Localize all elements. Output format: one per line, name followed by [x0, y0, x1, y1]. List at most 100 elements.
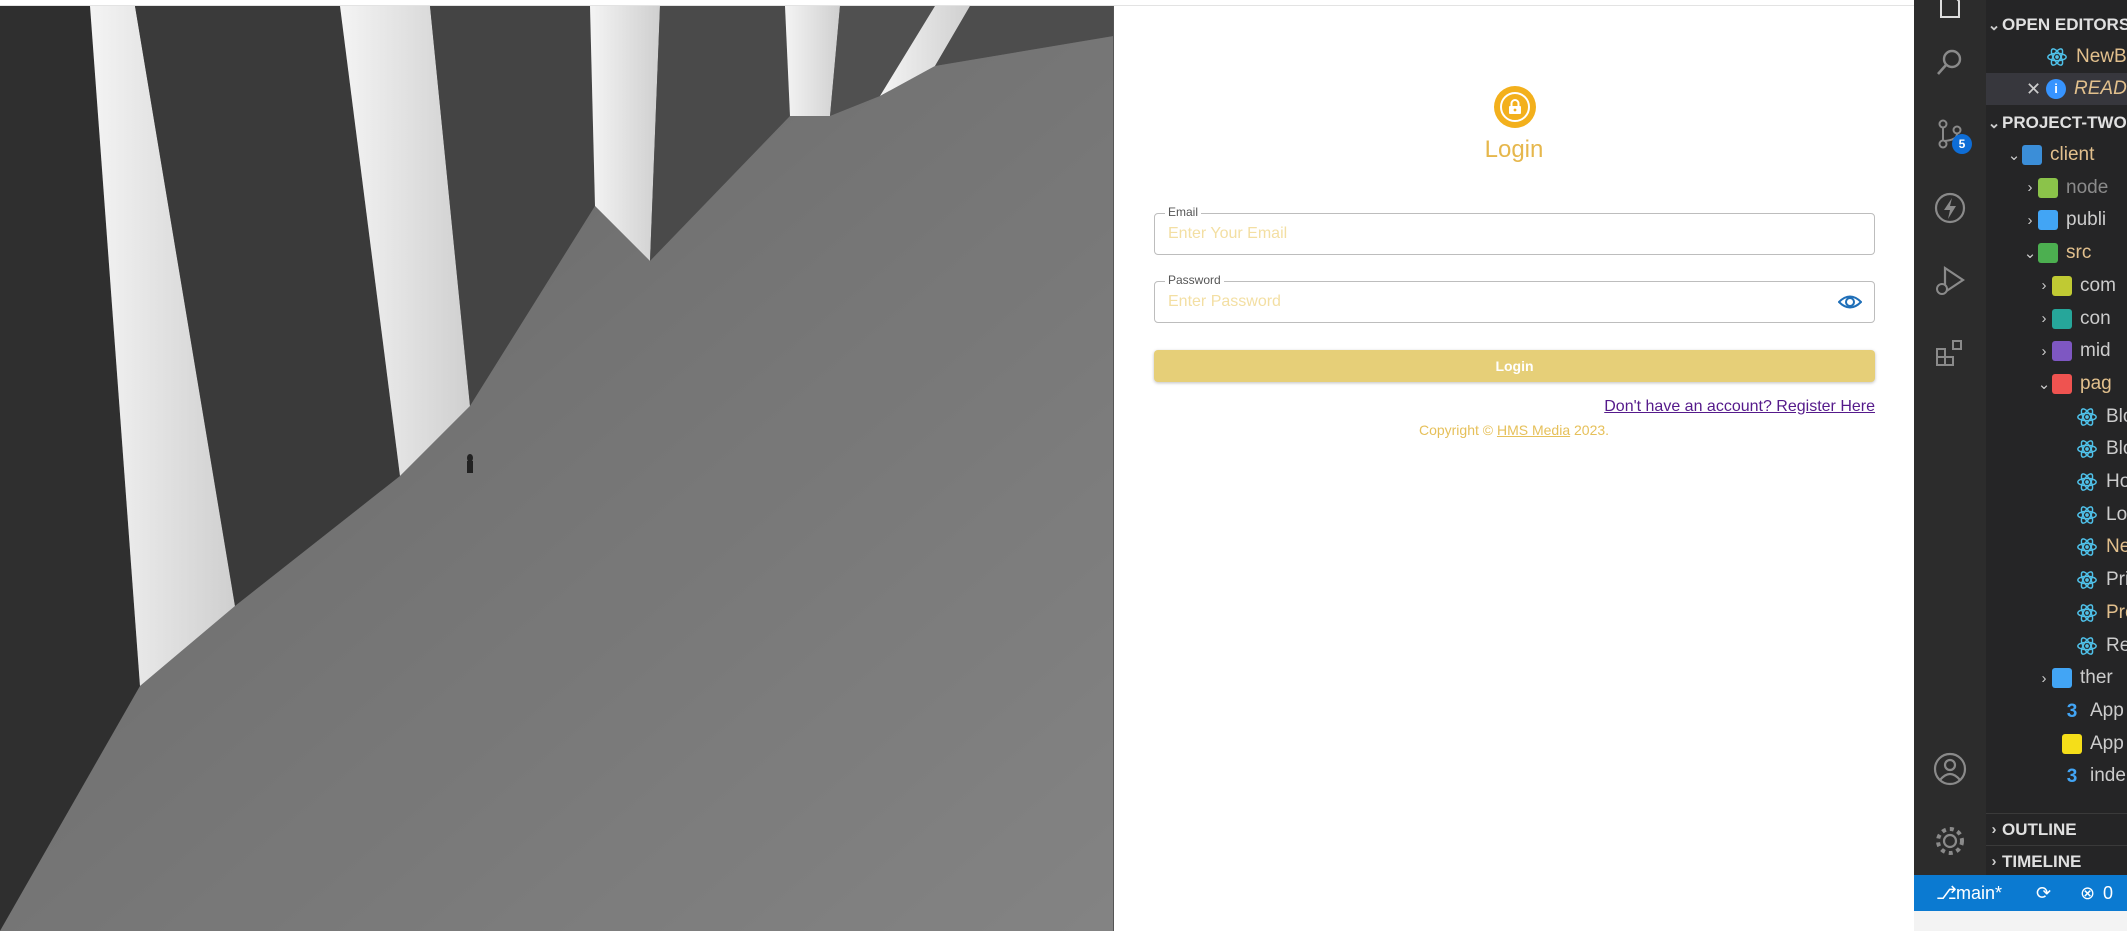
register-link[interactable]: Don't have an account? Register Here [1604, 398, 1875, 416]
copyright-year: 2023. [1570, 422, 1610, 438]
tree-item-label: pag [2080, 372, 2112, 394]
tree-item-label: publi [2066, 209, 2107, 231]
folder-theme-icon [2052, 668, 2072, 689]
chevron-right-icon: › [1991, 821, 1997, 838]
tree-item[interactable]: App [1986, 728, 2127, 760]
outline-header[interactable]: › OUTLINE [1986, 813, 2127, 845]
open-editors-header[interactable]: ⌄ OPEN EDITORS [1986, 9, 2127, 41]
folder-pages-icon [2052, 373, 2072, 394]
tree-item[interactable]: Re [1986, 630, 2127, 662]
error-count: 0 [2103, 883, 2114, 903]
react-icon [2077, 505, 2097, 524]
tree-item-label: src [2066, 242, 2092, 264]
js-file-icon [2062, 733, 2082, 754]
lock-avatar [1494, 86, 1536, 128]
run-debug-icon[interactable] [1932, 262, 1968, 298]
tree-item[interactable]: ⌄ src [1986, 237, 2127, 269]
tree-item-label: client [2050, 144, 2095, 165]
tree-item[interactable]: › mid [1986, 335, 2127, 367]
folder-src-icon [2038, 243, 2058, 264]
explorer-icon[interactable] [1932, 0, 1968, 24]
chevron-down-icon: ⌄ [2037, 375, 2051, 393]
timeline-header[interactable]: › TIMELINE [1986, 845, 2127, 875]
tree-item[interactable]: › con [1986, 303, 2127, 335]
tree-item-label: Ne [2106, 536, 2127, 558]
tree-item[interactable]: 3 App [1986, 695, 2127, 727]
thunder-icon[interactable] [1932, 190, 1968, 226]
tree-item-label: App [2090, 699, 2124, 721]
tree-item[interactable]: Pro [1986, 597, 2127, 629]
tree-item[interactable]: Blo [1986, 401, 2127, 433]
folder-public-icon [2038, 210, 2058, 231]
login-panel: Login Email Enter Your Email Password En… [1114, 6, 1914, 931]
css-file-icon: 3 [2066, 700, 2078, 722]
tree-item[interactable]: ⌄ client [1986, 139, 2127, 171]
tree-item[interactable]: Blo [1986, 433, 2127, 465]
folder-middleware-icon [2052, 341, 2072, 362]
taskbar-edge [1914, 911, 2127, 931]
tree-item[interactable]: ⌄ pag [1986, 368, 2127, 400]
tree-item[interactable]: › com [1986, 270, 2127, 302]
tree-item-label: App [2090, 732, 2124, 754]
search-icon[interactable] [1932, 44, 1968, 80]
chevron-right-icon: › [2041, 310, 2047, 327]
tree-item[interactable]: Pri [1986, 564, 2127, 596]
chevron-down-icon: ⌄ [1987, 17, 2001, 34]
chevron-right-icon: › [2041, 342, 2047, 360]
extensions-icon[interactable] [1932, 334, 1968, 370]
react-icon [2077, 571, 2097, 589]
tree-item[interactable]: › node [1986, 172, 2127, 204]
account-icon[interactable] [1932, 751, 1968, 787]
chevron-right-icon: › [1991, 853, 1997, 870]
email-field[interactable]: Email Enter Your Email [1154, 205, 1875, 255]
close-icon[interactable]: ✕ [2026, 79, 2046, 100]
sync-icon[interactable]: ⟳ [2036, 883, 2051, 904]
folder-node-icon [2038, 177, 2058, 198]
email-label: Email [1165, 205, 1202, 219]
chevron-right-icon: › [2027, 179, 2033, 197]
branch-name[interactable]: main* [1956, 883, 2002, 904]
scm-changes-badge: 5 [1952, 134, 1972, 154]
tree-item-label: Ho [2106, 471, 2127, 492]
tree-item[interactable]: Lo [1986, 499, 2127, 531]
email-placeholder: Enter Your Email [1168, 225, 1288, 242]
copyright-text: Copyright © HMS Media 2023. [1114, 422, 1914, 438]
project-header[interactable]: ⌄ PROJECT-TWO [1986, 107, 2127, 139]
info-icon: i [2046, 79, 2066, 99]
show-password-eye-icon[interactable] [1837, 291, 1863, 318]
tree-item-label: Pro [2106, 601, 2127, 623]
folder-components-icon [2052, 275, 2072, 296]
login-button[interactable]: Login [1154, 350, 1875, 382]
lock-icon [1509, 99, 1521, 114]
page-title: Login [1484, 136, 1544, 163]
react-icon [2077, 473, 2097, 491]
vscode-explorer-sidebar: ⌄ OPEN EDITORS NewB ✕ i READ ⌄ PROJECT-TWO… [1986, 0, 2127, 875]
settings-gear-icon[interactable] [1932, 823, 1968, 859]
tree-item[interactable]: 3 inde [1986, 760, 2127, 792]
password-placeholder: Enter Password [1168, 293, 1281, 310]
tree-item[interactable]: › ther [1986, 662, 2127, 694]
folder-client-icon [2022, 145, 2042, 165]
chevron-right-icon: › [2041, 669, 2047, 687]
chevron-down-icon: ⌄ [1987, 115, 2001, 132]
tree-item[interactable]: Ne [1986, 531, 2127, 563]
hero-image [0, 6, 1114, 931]
tree-item-label: node [2066, 176, 2109, 198]
tree-item-label: mid [2080, 340, 2111, 362]
tree-item-label: Lo [2106, 503, 2127, 525]
open-editor-item[interactable]: NewB [1986, 41, 2127, 73]
chevron-right-icon: › [2041, 277, 2047, 295]
source-control-icon[interactable]: 5 [1932, 116, 1972, 154]
chevron-down-icon: ⌄ [2023, 245, 2037, 263]
react-icon [2077, 538, 2097, 557]
password-field[interactable]: Password Enter Password [1154, 273, 1875, 323]
chevron-down-icon: ⌄ [2007, 147, 2021, 164]
tree-item-label: Blo [2106, 438, 2127, 460]
tree-item[interactable]: Ho [1986, 466, 2127, 498]
copyright-brand-link[interactable]: HMS Media [1497, 422, 1570, 438]
password-label: Password [1165, 273, 1224, 287]
error-icon[interactable]: ⊗ [2080, 883, 2095, 904]
copyright-prefix: Copyright © [1418, 422, 1497, 438]
tree-item[interactable]: › publi [1986, 204, 2127, 236]
open-editor-item[interactable]: ✕ i READ [1986, 73, 2127, 105]
